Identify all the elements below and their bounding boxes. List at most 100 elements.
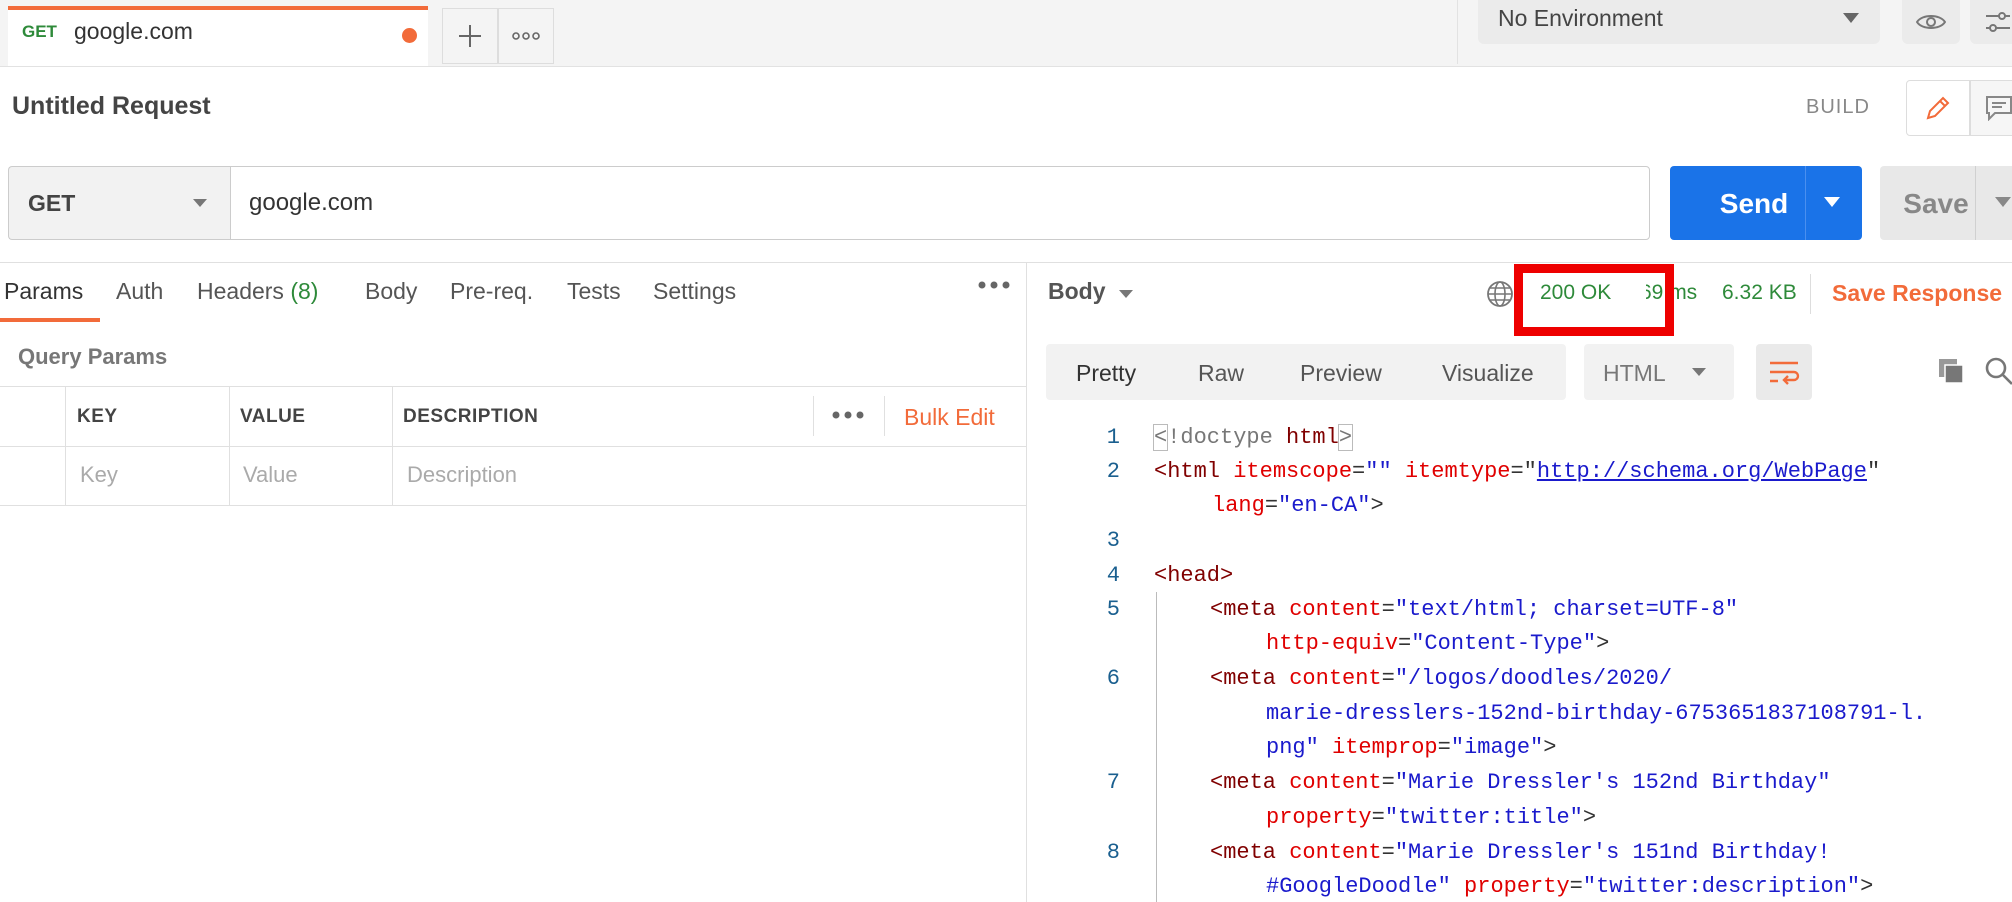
line-number: 2 [1106, 459, 1120, 484]
environment-quick-look-button[interactable] [1902, 0, 1960, 44]
more-horizontal-icon[interactable] [978, 280, 1010, 290]
divider [0, 446, 1026, 447]
environment-label: No Environment [1498, 5, 1663, 31]
bulk-edit-link[interactable]: Bulk Edit [904, 404, 995, 431]
comment-icon [1986, 96, 2012, 121]
divider [65, 386, 66, 506]
tab-method-label: GET [22, 22, 57, 41]
language-label: HTML [1603, 360, 1666, 386]
active-tab-indicator [0, 318, 100, 322]
pane-divider[interactable] [1026, 262, 1027, 902]
headers-count-badge: (8) [290, 278, 319, 304]
unsaved-dot-icon [402, 28, 417, 43]
chevron-down-icon[interactable] [1994, 196, 2012, 208]
wrap-lines-button[interactable] [1756, 344, 1812, 400]
line-number: 7 [1106, 770, 1120, 795]
more-horizontal-icon[interactable] [832, 410, 864, 420]
line-number: 4 [1106, 563, 1120, 588]
response-body-select[interactable]: Body [1048, 278, 1106, 305]
tab-settings[interactable]: Settings [653, 278, 736, 305]
code-line: lang="en-CA"> [1212, 493, 1384, 518]
tab-options-button[interactable] [498, 8, 554, 64]
divider [884, 396, 885, 436]
tab-headers-label: Headers [197, 278, 284, 304]
divider [1805, 166, 1806, 240]
code-line: marie-dresslers-152nd-birthday-675365183… [1266, 701, 1927, 726]
schema-link[interactable]: http://schema.org/WebPage [1537, 459, 1867, 484]
wrap-icon [1770, 361, 1800, 385]
chevron-down-icon [193, 199, 207, 207]
method-label: GET [28, 190, 76, 216]
new-tab-button[interactable] [442, 8, 498, 64]
description-input[interactable]: Description [407, 462, 517, 488]
code-line: <meta content="Marie Dressler's 152nd Bi… [1210, 770, 1831, 795]
pencil-icon [1926, 96, 1950, 120]
divider [0, 386, 1026, 387]
value-input[interactable]: Value [243, 462, 298, 488]
format-pretty[interactable]: Pretty [1076, 360, 1136, 387]
tab-tests[interactable]: Tests [567, 278, 621, 305]
sliders-icon [1986, 12, 2010, 32]
divider [1457, 0, 1458, 64]
code-line: <html itemscope="" itemtype="http://sche… [1154, 459, 1881, 484]
query-params-title: Query Params [18, 344, 168, 369]
line-number: 1 [1106, 425, 1120, 450]
column-header-description: DESCRIPTION [403, 406, 539, 427]
format-raw[interactable]: Raw [1198, 360, 1244, 387]
chevron-down-icon[interactable] [1823, 196, 1841, 208]
tab-headers[interactable]: Headers (8) [197, 278, 318, 305]
chevron-down-icon [1119, 290, 1133, 298]
line-number: 5 [1106, 597, 1120, 622]
code-line: png" itemprop="image"> [1266, 735, 1557, 760]
key-input[interactable]: Key [80, 462, 118, 488]
tab-title: google.com [74, 18, 193, 44]
code-line: <meta content="Marie Dressler's 151nd Bi… [1210, 840, 1831, 865]
environment-settings-button[interactable] [1970, 0, 2012, 44]
divider [1810, 274, 1811, 314]
divider [813, 396, 814, 436]
format-visualize[interactable]: Visualize [1442, 360, 1534, 387]
line-number: 6 [1106, 666, 1120, 691]
status-highlight-box [1514, 264, 1674, 336]
indent-guide [1156, 592, 1157, 902]
code-line: <meta content="text/html; charset=UTF-8" [1210, 597, 1739, 622]
tab-auth[interactable]: Auth [116, 278, 163, 305]
divider [392, 386, 393, 506]
copy-icon[interactable] [1936, 356, 1966, 386]
url-input[interactable] [230, 166, 1650, 240]
code-line: <head> [1154, 563, 1234, 588]
column-header-value: VALUE [240, 406, 306, 427]
code-line: #GoogleDoodle" property="twitter:descrip… [1266, 874, 1874, 899]
plus-icon [459, 25, 481, 47]
tab-prereq[interactable]: Pre-req. [450, 278, 533, 305]
divider [229, 386, 230, 506]
edit-button[interactable] [1906, 80, 1970, 136]
response-size[interactable]: 6.32 KB [1722, 281, 1797, 305]
tab-params[interactable]: Params [4, 278, 83, 305]
format-preview[interactable]: Preview [1300, 360, 1382, 387]
comments-button[interactable] [1970, 80, 2012, 136]
build-mode-label: BUILD [1806, 96, 1870, 118]
send-button-label: Send [1719, 188, 1789, 219]
chevron-down-icon [1692, 368, 1706, 376]
line-number: 8 [1106, 840, 1120, 865]
globe-icon[interactable] [1486, 280, 1514, 308]
divider [1975, 166, 1976, 240]
save-button-label: Save [1903, 188, 1969, 219]
save-response-button[interactable]: Save Response [1832, 280, 2002, 307]
request-tab[interactable] [8, 6, 428, 66]
code-line: property="twitter:title"> [1266, 805, 1597, 830]
divider [0, 262, 2012, 263]
code-line: <meta content="/logos/doodles/2020/ [1210, 666, 1673, 691]
search-icon[interactable] [1984, 356, 2012, 386]
eye-icon [1916, 15, 1946, 29]
column-header-key: KEY [77, 406, 118, 427]
chevron-down-icon [1843, 13, 1859, 23]
code-line: http-equiv="Content-Type"> [1266, 631, 1610, 656]
line-number: 3 [1106, 528, 1120, 553]
divider [0, 505, 1026, 506]
tab-body[interactable]: Body [365, 278, 417, 305]
request-title[interactable]: Untitled Request [12, 92, 211, 121]
code-line: <!doctype html> [1152, 424, 1354, 451]
more-horizontal-icon [512, 32, 540, 40]
